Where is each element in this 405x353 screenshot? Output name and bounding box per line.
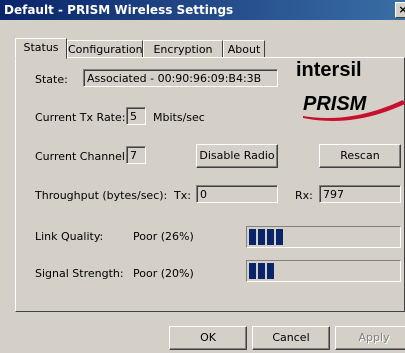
- signal-strength-bar: [246, 260, 401, 282]
- signal-strength-value: Poor (20%): [133, 267, 194, 280]
- disable-radio-label: Disable Radio: [199, 149, 275, 162]
- link-quality-segment: [267, 229, 274, 245]
- prism-logo: PRISM: [303, 93, 405, 121]
- signal-strength-fill: [249, 263, 274, 279]
- rx-label: Rx:: [295, 189, 313, 202]
- rescan-button[interactable]: Rescan: [319, 144, 401, 168]
- signal-strength-segment: [249, 263, 256, 279]
- link-quality-segment: [276, 229, 283, 245]
- prism-logo-text: PRISM: [303, 93, 368, 115]
- state-label: State:: [35, 73, 68, 86]
- rescan-label: Rescan: [340, 149, 380, 162]
- link-quality-label: Link Quality:: [35, 230, 104, 243]
- throughput-label: Throughput (bytes/sec):: [35, 189, 168, 202]
- cancel-label: Cancel: [272, 331, 310, 344]
- signal-strength-segment: [258, 263, 265, 279]
- ok-button[interactable]: OK: [169, 326, 247, 350]
- tx-label: Tx:: [174, 189, 191, 202]
- rx-field: 797: [319, 185, 401, 203]
- settings-window: Default - PRISM Wireless Settings × Stat…: [0, 0, 405, 353]
- state-field: Associated - 00:90:96:09:B4:3B: [83, 69, 278, 87]
- ok-label: OK: [200, 331, 216, 344]
- link-quality-value: Poor (26%): [133, 230, 194, 243]
- link-quality-fill: [249, 229, 283, 245]
- link-quality-segment: [249, 229, 256, 245]
- channel-label: Current Channel:: [35, 150, 129, 163]
- close-icon: ×: [398, 3, 405, 16]
- tx-rate-unit: Mbits/sec: [153, 111, 205, 124]
- tx-rate-label: Current Tx Rate:: [35, 111, 126, 124]
- channel-field: 7: [126, 146, 146, 164]
- link-quality-bar: [246, 226, 401, 248]
- apply-label: Apply: [358, 331, 390, 344]
- window-title: Default - PRISM Wireless Settings: [4, 3, 234, 17]
- apply-button[interactable]: Apply: [335, 326, 405, 350]
- signal-strength-segment: [267, 263, 274, 279]
- disable-radio-button[interactable]: Disable Radio: [196, 144, 278, 168]
- dialog-button-row: OK Cancel Apply: [0, 310, 405, 353]
- intersil-logo-text: intersil: [296, 59, 362, 81]
- signal-strength-label: Signal Strength:: [35, 267, 124, 280]
- intersil-logo: intersil: [296, 59, 362, 81]
- close-button[interactable]: ×: [395, 2, 405, 18]
- tx-field: 0: [196, 185, 278, 203]
- tx-rate-field: 5: [126, 107, 146, 125]
- title-bar[interactable]: Default - PRISM Wireless Settings ×: [0, 0, 405, 20]
- cancel-button[interactable]: Cancel: [252, 326, 330, 350]
- tab-status[interactable]: Status: [15, 38, 67, 59]
- link-quality-segment: [258, 229, 265, 245]
